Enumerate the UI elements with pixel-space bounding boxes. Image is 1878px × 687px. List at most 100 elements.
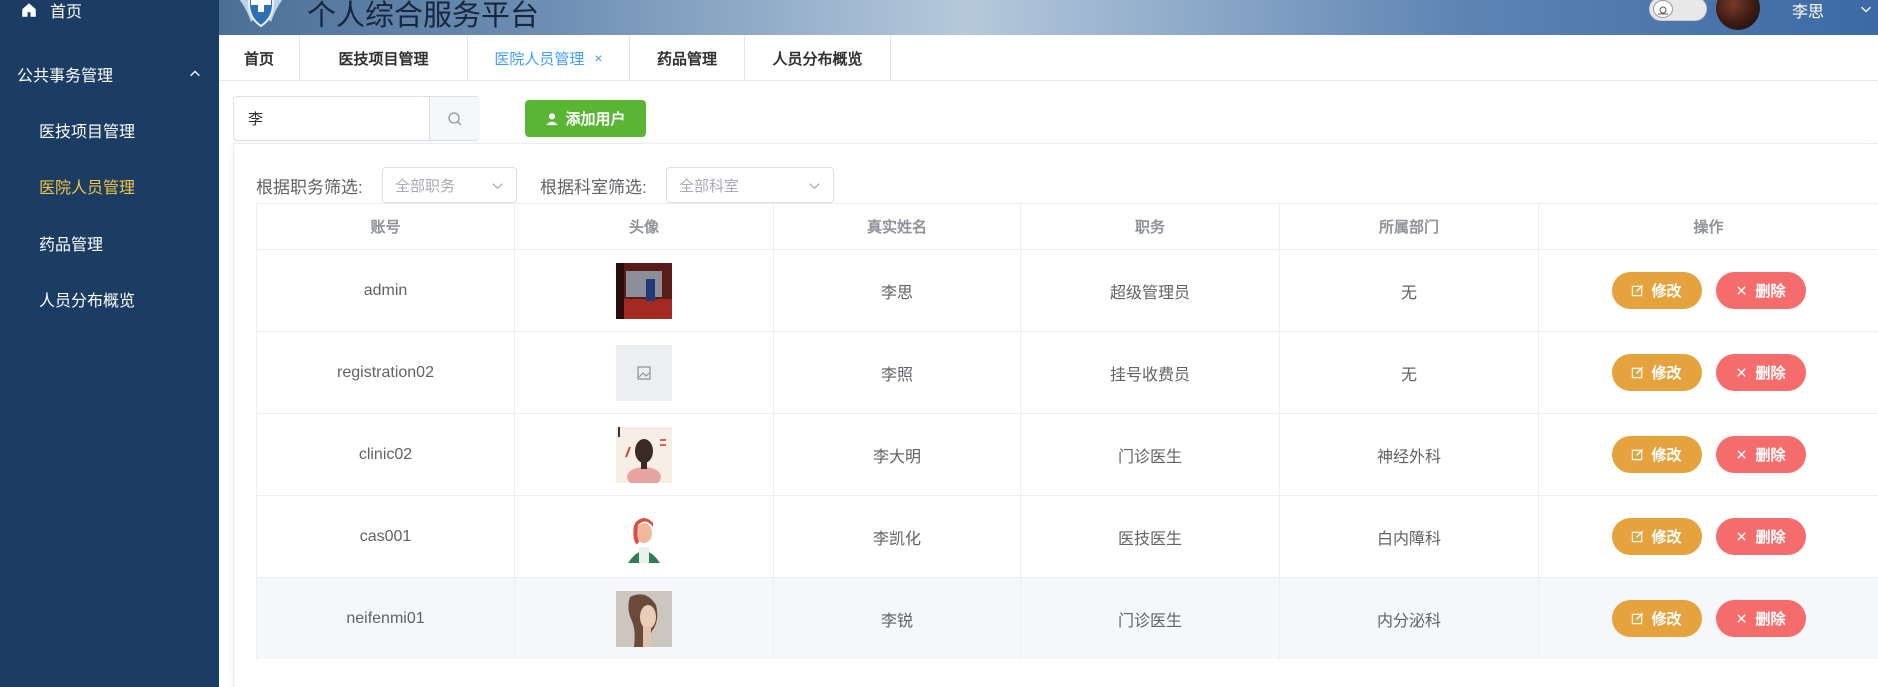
- edit-label: 修改: [1651, 529, 1682, 546]
- account-cell: admin: [257, 250, 515, 331]
- edit-button[interactable]: 修改: [1611, 436, 1702, 473]
- tab-label: 医院人员管理: [494, 50, 585, 68]
- department-cell: 无: [1280, 250, 1539, 331]
- actions-cell: 修改 删除: [1539, 414, 1878, 495]
- tab-staff-distribution[interactable]: 人员分布概览: [745, 35, 891, 81]
- sidebar-item-home[interactable]: 首页: [20, 0, 82, 22]
- delete-button[interactable]: 删除: [1715, 518, 1806, 555]
- search-box: [233, 96, 480, 141]
- sidebar-item-medtech-projects[interactable]: 医技项目管理: [39, 121, 135, 145]
- dept-filter-label: 根据科室筛选:: [540, 178, 647, 197]
- table-row: cas001 李凯化 医技医生 白内障科 修改 删除: [257, 495, 1878, 577]
- delete-button[interactable]: 删除: [1715, 600, 1806, 637]
- tab-drug-management[interactable]: 药品管理: [630, 35, 745, 81]
- real-name-cell: 李照: [774, 332, 1021, 413]
- position-cell: 超级管理员: [1021, 250, 1280, 331]
- tab-bar: 首页 医技项目管理 医院人员管理 × 药品管理 人员分布概览: [219, 35, 1878, 81]
- add-user-button[interactable]: 添加用户: [525, 100, 646, 137]
- avatar-cell: [515, 414, 774, 495]
- edit-label: 修改: [1651, 447, 1682, 464]
- sidebar-item-staff-management[interactable]: 医院人员管理: [39, 177, 135, 201]
- real-name-cell: 李凯化: [774, 496, 1021, 577]
- search-input[interactable]: [234, 97, 429, 140]
- sidebar-item-staff-distribution[interactable]: 人员分布概览: [39, 290, 135, 314]
- edit-icon: [1632, 448, 1644, 461]
- position-cell: 门诊医生: [1021, 578, 1280, 659]
- edit-button[interactable]: 修改: [1611, 600, 1702, 637]
- table-row: registration02 李照 挂号收费员 无 修改 删除: [257, 331, 1878, 413]
- column-header-department: 所属部门: [1280, 204, 1539, 249]
- actions-cell: 修改 删除: [1539, 496, 1878, 577]
- delete-button[interactable]: 删除: [1715, 436, 1806, 473]
- tab-label: 医技项目管理: [338, 50, 429, 68]
- edit-icon: [1632, 530, 1644, 543]
- sun-icon: [1653, 0, 1673, 18]
- sidebar-group-public-affairs[interactable]: 公共事务管理: [17, 60, 202, 88]
- delete-button[interactable]: 删除: [1715, 354, 1806, 391]
- user-name[interactable]: 李思: [1792, 0, 1824, 22]
- avatar-image: [616, 426, 672, 483]
- close-icon: [1737, 450, 1747, 459]
- avatar-cell: [515, 496, 774, 577]
- avatar-cell: [515, 250, 774, 331]
- close-icon: [1737, 614, 1747, 623]
- column-header-position: 职务: [1021, 204, 1280, 249]
- edit-button[interactable]: 修改: [1611, 354, 1702, 391]
- edit-icon: [1632, 366, 1644, 379]
- close-icon[interactable]: ×: [594, 50, 602, 66]
- real-name-cell: 李锐: [774, 578, 1021, 659]
- account-cell: registration02: [257, 332, 515, 413]
- staff-table: 账号 头像 真实姓名 职务 所属部门 操作 admin 李思 超级管理员 无 修…: [256, 203, 1878, 659]
- delete-label: 删除: [1755, 529, 1786, 546]
- column-header-actions: 操作: [1693, 219, 1724, 236]
- dept-filter-select[interactable]: 全部科室: [666, 167, 834, 203]
- table-header: 账号 头像 真实姓名 职务 所属部门 操作: [257, 204, 1878, 249]
- add-user-label: 添加用户: [565, 111, 626, 128]
- tab-label: 药品管理: [656, 50, 717, 68]
- chevron-down-icon[interactable]: [1859, 2, 1873, 16]
- delete-label: 删除: [1755, 283, 1786, 300]
- edit-button[interactable]: 修改: [1611, 272, 1702, 309]
- department-cell: 白内障科: [1280, 496, 1539, 577]
- tab-label: 首页: [243, 50, 274, 68]
- department-cell: 内分泌科: [1280, 578, 1539, 659]
- position-cell: 门诊医生: [1021, 414, 1280, 495]
- tab-medtech-projects[interactable]: 医技项目管理: [300, 35, 468, 81]
- actions-cell: 修改 删除: [1539, 578, 1878, 659]
- chevron-up-icon: [190, 70, 200, 77]
- avatar-image: [616, 590, 672, 647]
- avatar-cell: [515, 578, 774, 659]
- column-header-real-name: 真实姓名: [774, 204, 1021, 249]
- position-filter-select[interactable]: 全部职务: [382, 167, 517, 203]
- shield-logo-icon: [239, 0, 283, 28]
- table-row: admin 李思 超级管理员 无 修改 删除: [257, 249, 1878, 331]
- top-header: 个人综合服务平台 李思: [219, 0, 1878, 35]
- avatar-image: [616, 508, 672, 565]
- edit-button[interactable]: 修改: [1611, 518, 1702, 555]
- avatar-image: [616, 262, 672, 319]
- home-icon: [22, 3, 36, 17]
- tab-label: 人员分布概览: [772, 50, 863, 68]
- search-button[interactable]: [429, 97, 480, 140]
- user-avatar[interactable]: [1716, 0, 1760, 30]
- delete-button[interactable]: 删除: [1715, 272, 1806, 309]
- position-filter-placeholder: 全部职务: [395, 177, 456, 195]
- search-icon: [448, 111, 462, 125]
- theme-toggle[interactable]: [1649, 0, 1707, 21]
- edit-icon: [1632, 284, 1644, 297]
- close-icon: [1737, 286, 1747, 295]
- sidebar-item-drug-management[interactable]: 药品管理: [39, 234, 103, 258]
- sidebar: 首页 公共事务管理 医技项目管理 医院人员管理 药品管理 人员分布概览: [0, 0, 219, 687]
- dept-filter-placeholder: 全部科室: [679, 177, 740, 195]
- chevron-down-icon: [492, 183, 503, 190]
- tab-staff-management[interactable]: 医院人员管理 ×: [468, 35, 630, 81]
- image-icon: [637, 365, 651, 380]
- tab-home[interactable]: 首页: [219, 35, 300, 81]
- position-cell: 医技医生: [1021, 496, 1280, 577]
- real-name-cell: 李大明: [774, 414, 1021, 495]
- actions-cell: 修改 删除: [1539, 332, 1878, 413]
- app-root: 首页 公共事务管理 医技项目管理 医院人员管理 药品管理 人员分布概览 个人综合…: [0, 0, 1878, 687]
- sidebar-home-label: 首页: [50, 4, 83, 21]
- account-cell: neifenmi01: [257, 578, 515, 659]
- delete-label: 删除: [1755, 447, 1786, 464]
